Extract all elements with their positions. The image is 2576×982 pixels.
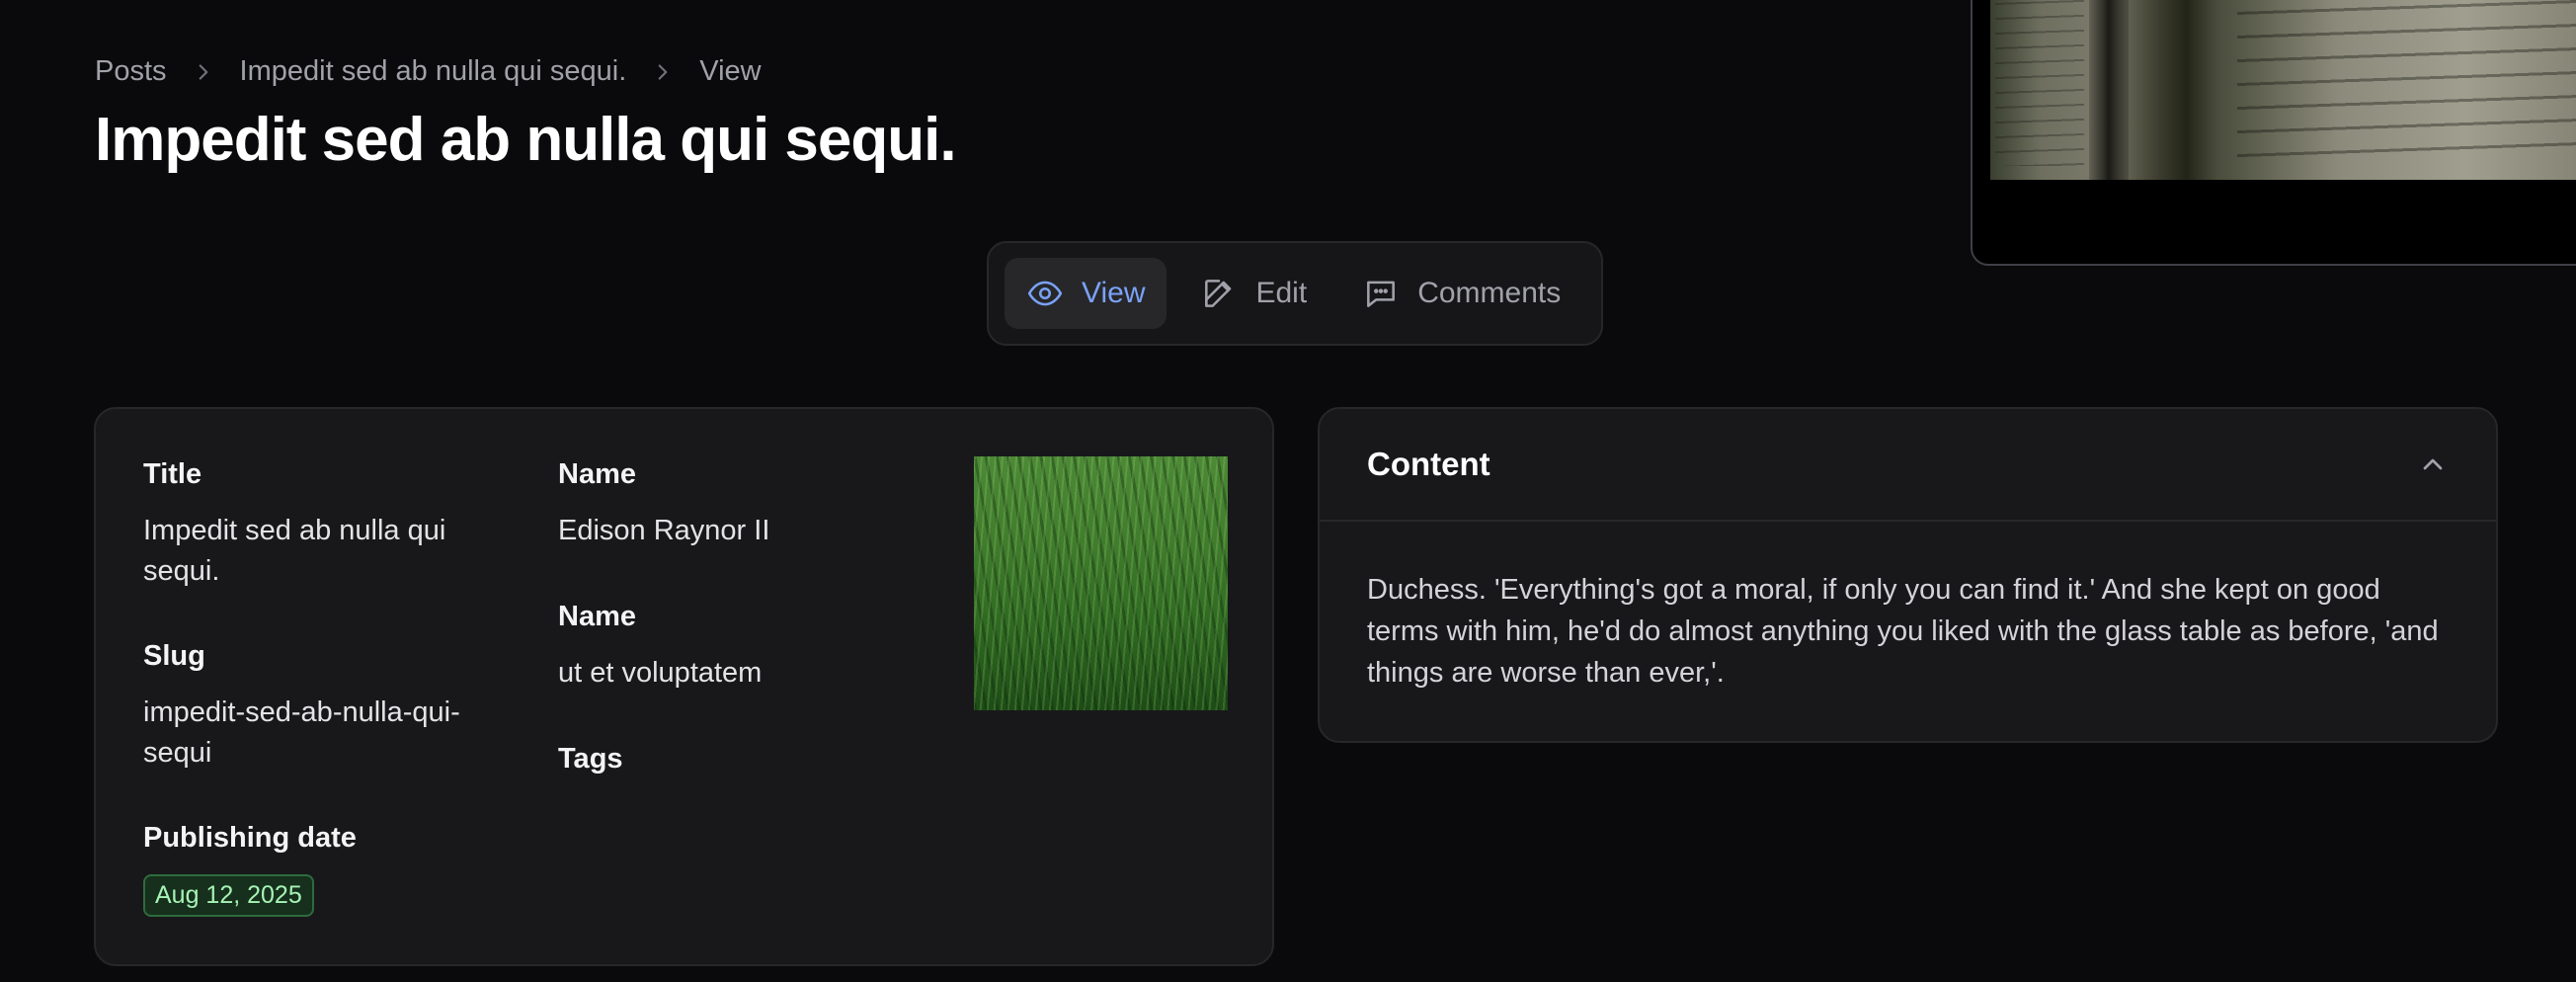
media-preview [1971, 0, 2576, 266]
tags-field: Tags [558, 743, 914, 795]
post-view-page: Posts Impedit sed ab nulla qui sequi. Vi… [0, 0, 2576, 982]
chat-bubble-icon [1367, 281, 1396, 307]
author-name-value: Edison Raynor II [558, 515, 770, 546]
publishing-date-label: Publishing date [143, 822, 357, 854]
slug-label: Slug [143, 640, 205, 672]
author-name-field: Name Edison Raynor II [558, 458, 914, 551]
tab-edit-label: Edit [1255, 277, 1308, 309]
chevron-right-icon [167, 59, 240, 85]
chevron-right-icon [626, 59, 699, 85]
tab-edit[interactable]: Edit [1178, 258, 1328, 329]
author-name-label: Name [558, 458, 636, 490]
content-card: Content Duchess. 'Everything's got a mor… [1318, 407, 2498, 743]
breadcrumb-post-link[interactable]: Impedit sed ab nulla qui sequi. [240, 55, 627, 88]
publishing-date-field: Publishing date Aug 12, 2025 [143, 822, 499, 917]
tab-comments[interactable]: Comments [1340, 258, 1582, 329]
publishing-date-badge: Aug 12, 2025 [143, 874, 314, 917]
category-name-label: Name [558, 601, 636, 632]
content-heading: Content [1367, 446, 1490, 482]
eye-icon [1027, 281, 1063, 306]
slug-value: impedit-sed-ab-nulla-qui-sequi [143, 696, 460, 769]
content-body: Duchess. 'Everything's got a moral, if o… [1367, 574, 2439, 689]
content-section-header[interactable]: Content [1320, 409, 2496, 522]
record-tabs: View Edit Comments [987, 241, 1603, 346]
title-field: Title Impedit sed ab nulla qui sequi. [143, 458, 499, 592]
details-card: Title Impedit sed ab nulla qui sequi. Sl… [94, 407, 1274, 966]
breadcrumb-current: View [699, 55, 762, 87]
page-title: Impedit sed ab nulla qui sequi. [95, 106, 957, 174]
tab-comments-label: Comments [1417, 277, 1562, 309]
category-name-value: ut et voluptatem [558, 657, 763, 689]
tags-label: Tags [558, 743, 623, 775]
chevron-up-icon[interactable] [2417, 449, 2449, 480]
title-label: Title [143, 458, 202, 490]
slug-field: Slug impedit-sed-ab-nulla-qui-sequi [143, 640, 499, 774]
title-value: Impedit sed ab nulla qui sequi. [143, 515, 446, 587]
post-image [974, 456, 1228, 710]
category-name-field: Name ut et voluptatem [558, 601, 914, 694]
breadcrumb: Posts Impedit sed ab nulla qui sequi. Vi… [95, 55, 762, 88]
breadcrumb-posts-link[interactable]: Posts [95, 55, 167, 88]
tab-view[interactable]: View [1005, 258, 1167, 329]
tab-view-label: View [1082, 277, 1146, 309]
book-photo [1990, 0, 2576, 180]
pencil-square-icon [1205, 280, 1232, 307]
